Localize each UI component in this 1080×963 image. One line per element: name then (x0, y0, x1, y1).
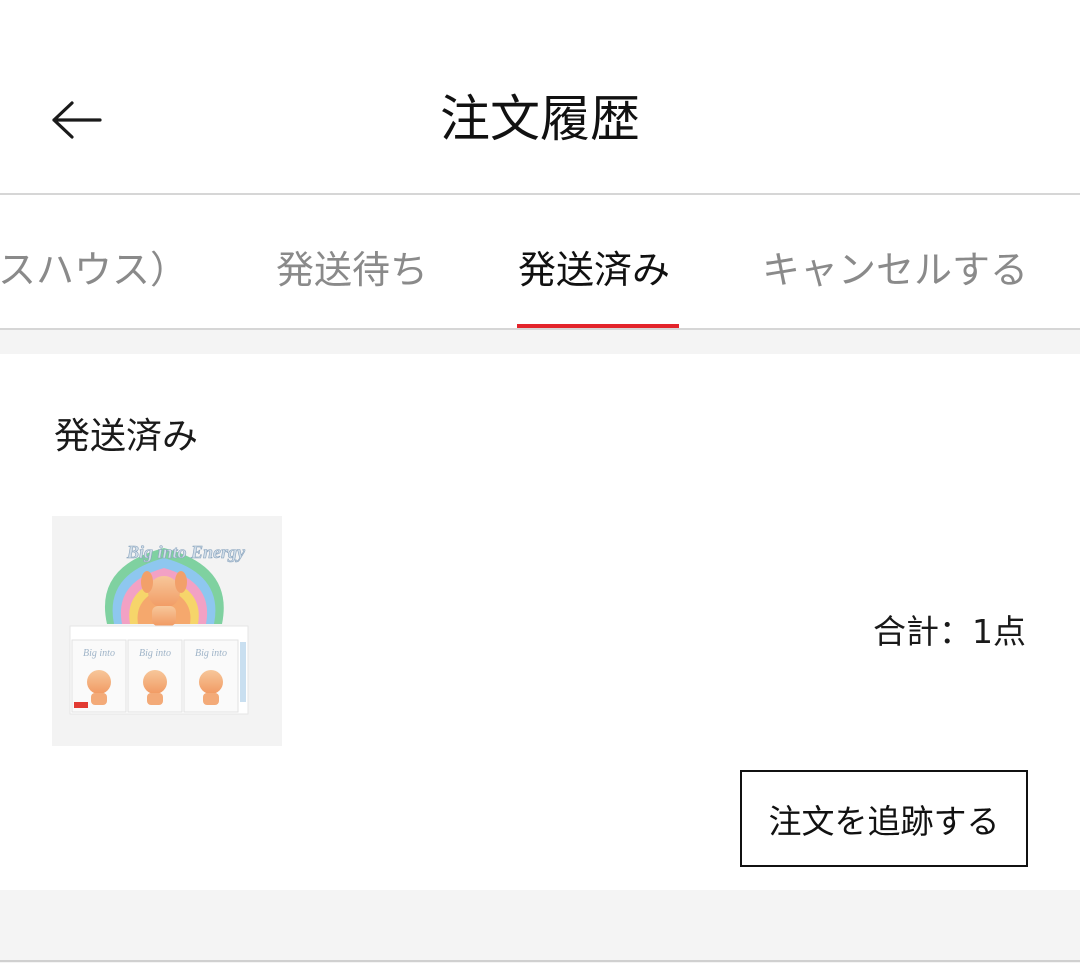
section-gap (0, 330, 1080, 354)
tab-awaiting-shipment[interactable]: 発送待ち (276, 245, 428, 295)
order-total: 合計：1点 (873, 612, 1026, 651)
order-history-page: 注文履歴 スハウス） 発送待ち 発送済み キャンセルする 発送済み Big in… (0, 0, 1080, 963)
bottom-divider (0, 960, 1080, 962)
svg-text:Big into: Big into (83, 648, 115, 659)
tab-warehouse[interactable]: スハウス） (0, 245, 188, 295)
svg-text:Big into: Big into (195, 648, 227, 659)
bottom-gap (0, 890, 1080, 963)
header: 注文履歴 (0, 0, 1080, 195)
page-title: 注文履歴 (440, 90, 640, 148)
svg-text:Big into: Big into (139, 648, 171, 659)
tab-shipped[interactable]: 発送済み (518, 245, 670, 295)
order-status-tabs: スハウス） 発送待ち 発送済み キャンセルする (0, 195, 1080, 329)
product-thumbnail[interactable]: Big into Energy Big into Big into Big in… (52, 516, 282, 746)
product-box-image: Big into Energy Big into Big into Big in… (52, 516, 282, 746)
order-status: 発送済み (54, 416, 199, 457)
track-order-button[interactable]: 注文を追跡する (740, 770, 1028, 867)
order-card: 発送済み Big into Energy Big into Big into B… (0, 354, 1080, 890)
tab-cancel[interactable]: キャンセルする (762, 245, 1028, 295)
product-box-title: Big into Energy (126, 542, 246, 562)
